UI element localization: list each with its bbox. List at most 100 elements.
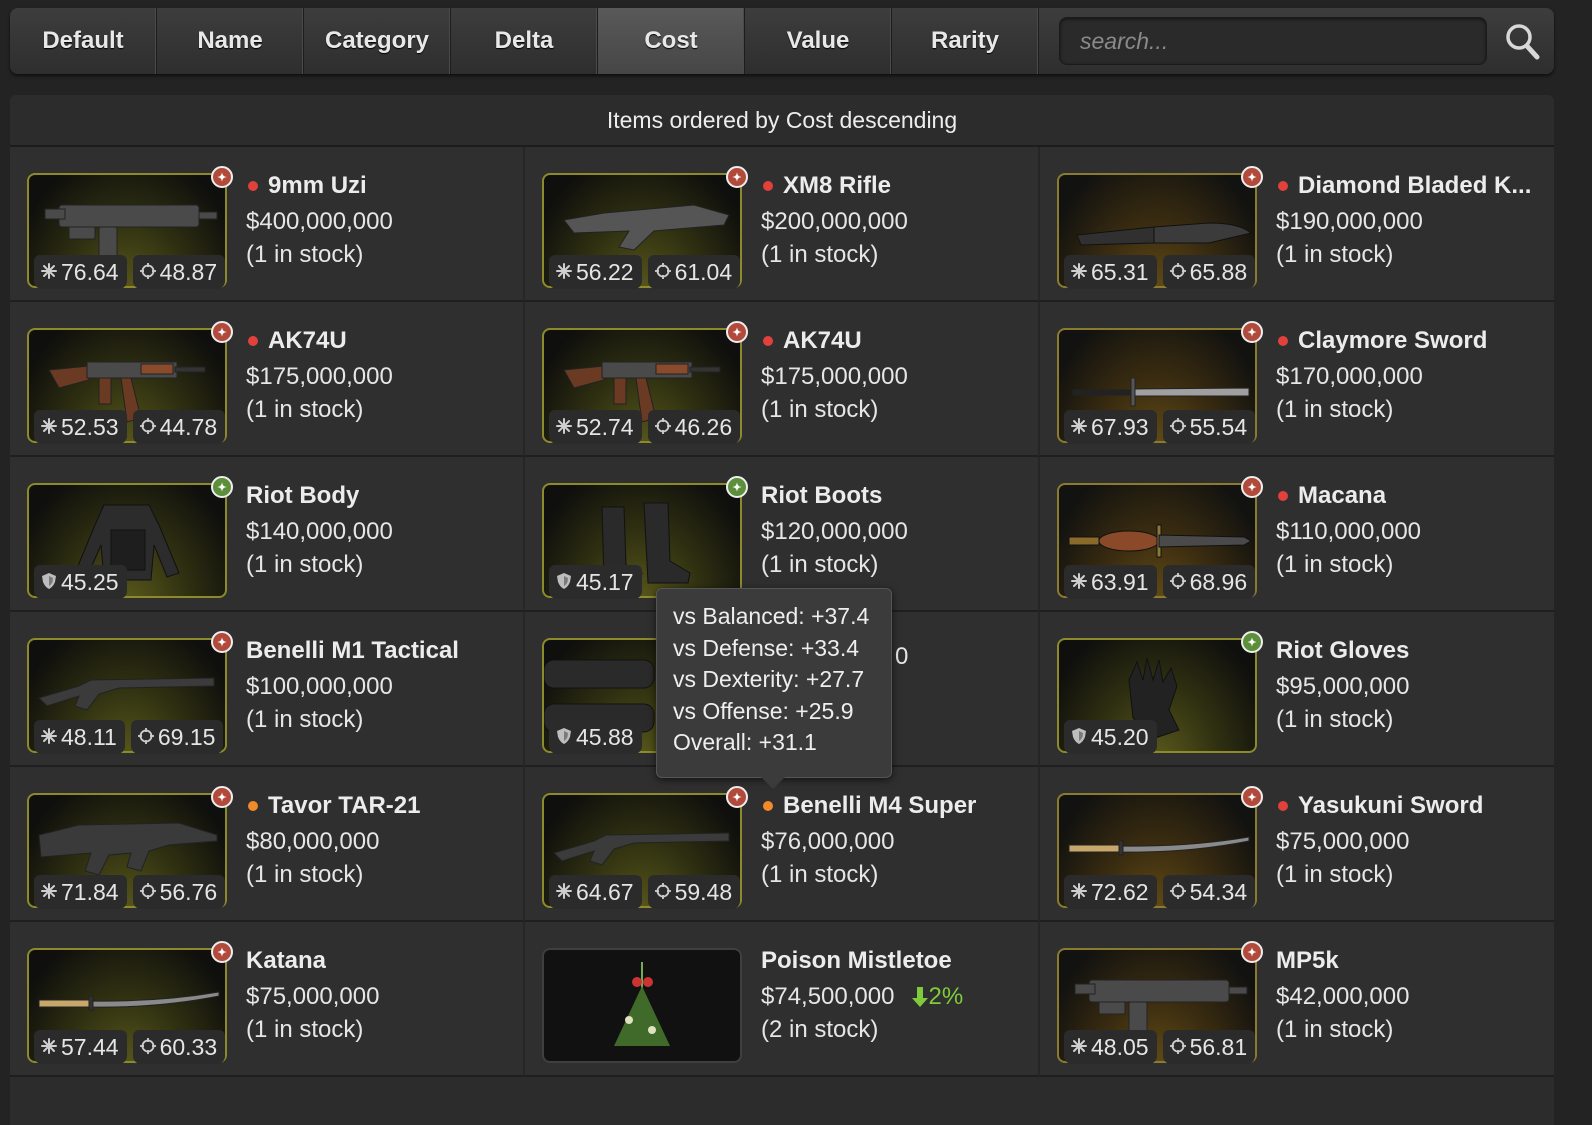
comparison-tooltip: vs Balanced: +37.4 vs Defense: +33.4 vs … — [656, 588, 892, 789]
item-thumbnail[interactable]: ✦ 45.17 — [542, 476, 748, 599]
item-category-badge-icon: ✦ — [726, 321, 748, 343]
item-thumbnail[interactable]: ✦ 71.84 56.76 — [27, 786, 233, 909]
item-price-row: $120,000,000 — [761, 515, 1031, 549]
accuracy-icon — [139, 414, 157, 441]
stat-primary: 48.11 — [34, 720, 125, 754]
item-card[interactable]: ✦ 63.91 68.96 Macana $110,000,000 (1 in s… — [1040, 457, 1554, 612]
item-name: AK74U — [783, 327, 862, 354]
rarity-dot — [763, 181, 773, 191]
item-info: AK74U $175,000,000 (1 in stock) — [761, 326, 1031, 426]
stat-primary: 71.84 — [34, 875, 127, 909]
item-thumbnail[interactable]: ✦ 57.44 60.33 — [27, 941, 233, 1064]
item-price: $140,000,000 — [246, 518, 393, 545]
tab-default[interactable]: Default — [10, 8, 157, 74]
rarity-dot — [248, 181, 258, 191]
item-stats: 56.22 61.04 — [549, 255, 741, 289]
item-stats: 45.17 — [549, 565, 642, 599]
search-input[interactable] — [1059, 17, 1487, 65]
item-thumbnail[interactable]: ✦ 63.91 68.96 — [1057, 476, 1263, 599]
item-name-row: AK74U — [761, 326, 1031, 356]
tab-delta[interactable]: Delta — [451, 8, 598, 74]
item-thumbnail[interactable]: ✦ 52.53 44.78 — [27, 321, 233, 444]
item-category-badge-icon: ✦ — [726, 786, 748, 808]
damage-icon — [1070, 879, 1088, 906]
item-card[interactable]: ✦ 64.67 59.48 Benelli M4 Super $76,000,00… — [525, 767, 1040, 922]
damage-icon — [40, 414, 58, 441]
item-card[interactable]: ✦ 76.64 48.87 9mm Uzi $400,000,000 (1 in … — [10, 147, 525, 302]
item-thumbnail[interactable]: ✦ 45.25 — [27, 476, 233, 599]
stat-primary-value: 76.64 — [61, 258, 119, 285]
item-card[interactable]: ✦ 65.31 65.88 Diamond Bladed K... $190,00… — [1040, 147, 1554, 302]
stat-primary: 48.05 — [1064, 1030, 1157, 1064]
item-card[interactable]: ✦ 67.93 55.54 Claymore Sword $170,000,000… — [1040, 302, 1554, 457]
item-price: $120,000,000 — [761, 518, 908, 545]
item-price: $42,000,000 — [1276, 983, 1410, 1010]
search-icon[interactable] — [1504, 22, 1540, 60]
item-stats: 45.20 — [1064, 720, 1157, 754]
stat-primary: 52.53 — [34, 410, 127, 444]
item-stock: (1 in stock) — [1276, 1016, 1394, 1043]
item-thumbnail[interactable] — [542, 948, 742, 1063]
item-card[interactable]: ✦ 48.11 69.15 Benelli M1 Tactical $100,00… — [10, 612, 525, 767]
item-name-row: Tavor TAR-21 — [246, 791, 516, 821]
item-stats: 57.44 60.33 — [34, 1030, 226, 1064]
stat-primary: 57.44 — [34, 1030, 127, 1064]
item-name-row: Benelli M1 Tactical — [246, 636, 516, 666]
item-card[interactable]: ✦ 45.25 Riot Body $140,000,000 (1 in sto… — [10, 457, 525, 612]
stat-primary-value: 45.25 — [61, 568, 119, 595]
item-thumbnail[interactable]: ✦ 48.05 56.81 — [1057, 941, 1263, 1064]
tab-value[interactable]: Value — [745, 8, 892, 74]
item-name: Benelli M4 Super — [783, 792, 977, 819]
item-card[interactable]: ✦ 56.22 61.04 XM8 Rifle $200,000,000 (1 i… — [525, 147, 1040, 302]
item-card[interactable]: ✦ 52.53 44.78 AK74U $175,000,000 (1 in st… — [10, 302, 525, 457]
item-card[interactable]: ✦ 52.74 46.26 AK74U $175,000,000 (1 in st… — [525, 302, 1040, 457]
item-stock: (1 in stock) — [246, 551, 364, 578]
accuracy-icon — [654, 414, 672, 441]
sort-bar: Default Name Category Delta Cost Value Rarity — [10, 8, 1554, 74]
item-thumbnail[interactable]: ✦ 48.11 69.15 — [27, 631, 233, 754]
item-card[interactable]: ✦ 71.84 56.76 Tavor TAR-21 $80,000,000 (1… — [10, 767, 525, 922]
item-card[interactable]: ✦ 57.44 60.33 Katana $75,000,000 (1 in st… — [10, 922, 525, 1077]
item-stats: 45.25 — [34, 565, 127, 599]
accuracy-icon — [1169, 1034, 1187, 1061]
item-card[interactable]: Poison Mistletoe $74,500,000 2% (2 in sto… — [525, 922, 1040, 1077]
accuracy-icon — [1169, 259, 1187, 286]
damage-icon — [555, 414, 573, 441]
item-name-row: Macana — [1276, 481, 1546, 511]
item-name: Riot Body — [246, 482, 360, 509]
item-thumbnail[interactable]: ✦ 52.74 46.26 — [542, 321, 748, 444]
item-price-row: $76,000,000 — [761, 825, 1031, 859]
stat-primary: 67.93 — [1064, 410, 1157, 444]
item-price: $110,000,000 — [1276, 518, 1422, 545]
item-thumbnail[interactable]: ✦ 64.67 59.48 — [542, 786, 748, 909]
item-thumbnail[interactable]: ✦ 65.31 65.88 — [1057, 166, 1263, 289]
item-stats: 52.53 44.78 — [34, 410, 226, 444]
stat-secondary-value: 68.96 — [1189, 568, 1248, 595]
stat-secondary: 54.34 — [1162, 875, 1256, 909]
price-delta-value: 2% — [928, 983, 964, 1010]
arrow-down-icon — [912, 987, 929, 1007]
stat-secondary-value: 61.04 — [674, 258, 733, 285]
tab-rarity[interactable]: Rarity — [892, 8, 1039, 74]
item-card[interactable]: ✦ 72.62 54.34 Yasukuni Sword $75,000,000 … — [1040, 767, 1554, 922]
item-stock: (1 in stock) — [1276, 241, 1394, 268]
item-card[interactable]: ✦ 45.20 Riot Gloves $95,000,000 (1 in st… — [1040, 612, 1554, 767]
tab-category[interactable]: Category — [304, 8, 451, 74]
item-stock: (1 in stock) — [246, 241, 364, 268]
tab-cost[interactable]: Cost — [598, 8, 745, 74]
item-thumbnail[interactable]: ✦ 56.22 61.04 — [542, 166, 748, 289]
stat-primary-value: 48.11 — [61, 723, 117, 750]
item-thumbnail[interactable]: ✦ 72.62 54.34 — [1057, 786, 1263, 909]
item-price-row: $110,000,000 — [1276, 515, 1546, 549]
item-name-row: Claymore Sword — [1276, 326, 1546, 356]
item-card[interactable]: ✦ 48.05 56.81 MP5k $42,000,000 (1 in stoc… — [1040, 922, 1554, 1077]
item-thumbnail[interactable]: ✦ 67.93 55.54 — [1057, 321, 1263, 444]
tab-name[interactable]: Name — [157, 8, 304, 74]
item-info: Macana $110,000,000 (1 in stock) — [1276, 481, 1546, 581]
item-category-badge-icon: ✦ — [1241, 941, 1263, 963]
stat-primary-value: 45.20 — [1091, 723, 1149, 750]
item-stock: (1 in stock) — [761, 241, 879, 268]
item-thumbnail[interactable]: ✦ 76.64 48.87 — [27, 166, 233, 289]
item-info: MP5k $42,000,000 (1 in stock) — [1276, 946, 1546, 1046]
item-thumbnail[interactable]: ✦ 45.20 — [1057, 631, 1263, 754]
